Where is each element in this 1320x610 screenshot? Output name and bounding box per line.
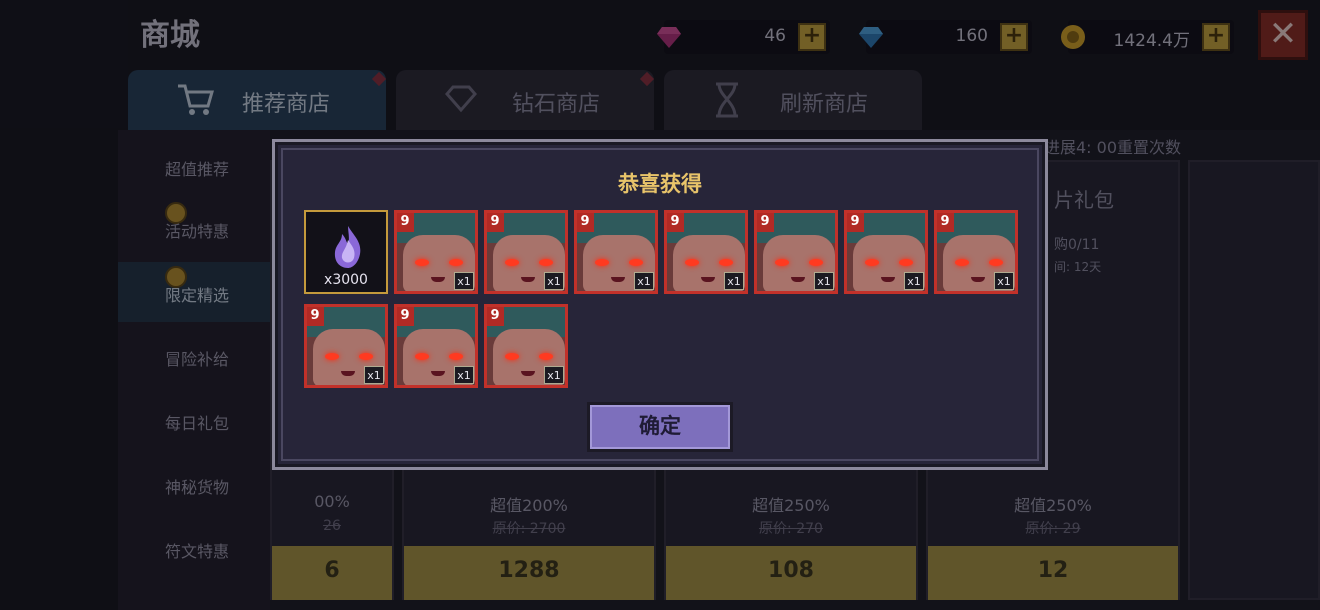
card-count: x1 bbox=[544, 272, 564, 290]
level-badge: 9 bbox=[937, 213, 954, 232]
card-count: x1 bbox=[454, 366, 474, 384]
reward-item-hero-card[interactable]: 9 x1 bbox=[484, 304, 568, 388]
confirm-button[interactable]: 确定 bbox=[587, 402, 733, 452]
reward-item-hero-card[interactable]: 9 x1 bbox=[844, 210, 928, 294]
level-badge: 9 bbox=[397, 213, 414, 232]
level-badge: 9 bbox=[487, 213, 504, 232]
reward-item-hero-card[interactable]: 9 x1 bbox=[394, 304, 478, 388]
reward-item-hero-card[interactable]: 9 x1 bbox=[934, 210, 1018, 294]
card-count: x1 bbox=[904, 272, 924, 290]
card-count: x1 bbox=[814, 272, 834, 290]
level-badge: 9 bbox=[577, 213, 594, 232]
reward-item-hero-card[interactable]: 9 x1 bbox=[484, 210, 568, 294]
level-badge: 9 bbox=[757, 213, 774, 232]
level-badge: 9 bbox=[487, 307, 504, 326]
reward-item-hero-card[interactable]: 9 x1 bbox=[394, 210, 478, 294]
reward-item-hero-card[interactable]: 9 x1 bbox=[574, 210, 658, 294]
reward-item-hero-card[interactable]: 9 x1 bbox=[754, 210, 838, 294]
card-count: x1 bbox=[544, 366, 564, 384]
card-count: x1 bbox=[994, 272, 1014, 290]
item-quantity: x3000 bbox=[324, 272, 368, 288]
level-badge: 9 bbox=[397, 307, 414, 326]
reward-item-hero-card[interactable]: 9 x1 bbox=[664, 210, 748, 294]
reward-item-soul-crystal[interactable]: x3000 bbox=[304, 210, 388, 294]
reward-item-hero-card[interactable]: 9 x1 bbox=[304, 304, 388, 388]
dialog-title: 恭喜获得 bbox=[618, 172, 702, 196]
level-badge: 9 bbox=[667, 213, 684, 232]
level-badge: 9 bbox=[307, 307, 324, 326]
purple-flame-crystal-icon bbox=[334, 226, 361, 268]
card-count: x1 bbox=[724, 272, 744, 290]
level-badge: 9 bbox=[847, 213, 864, 232]
card-count: x1 bbox=[634, 272, 654, 290]
card-count: x1 bbox=[364, 366, 384, 384]
card-count: x1 bbox=[454, 272, 474, 290]
